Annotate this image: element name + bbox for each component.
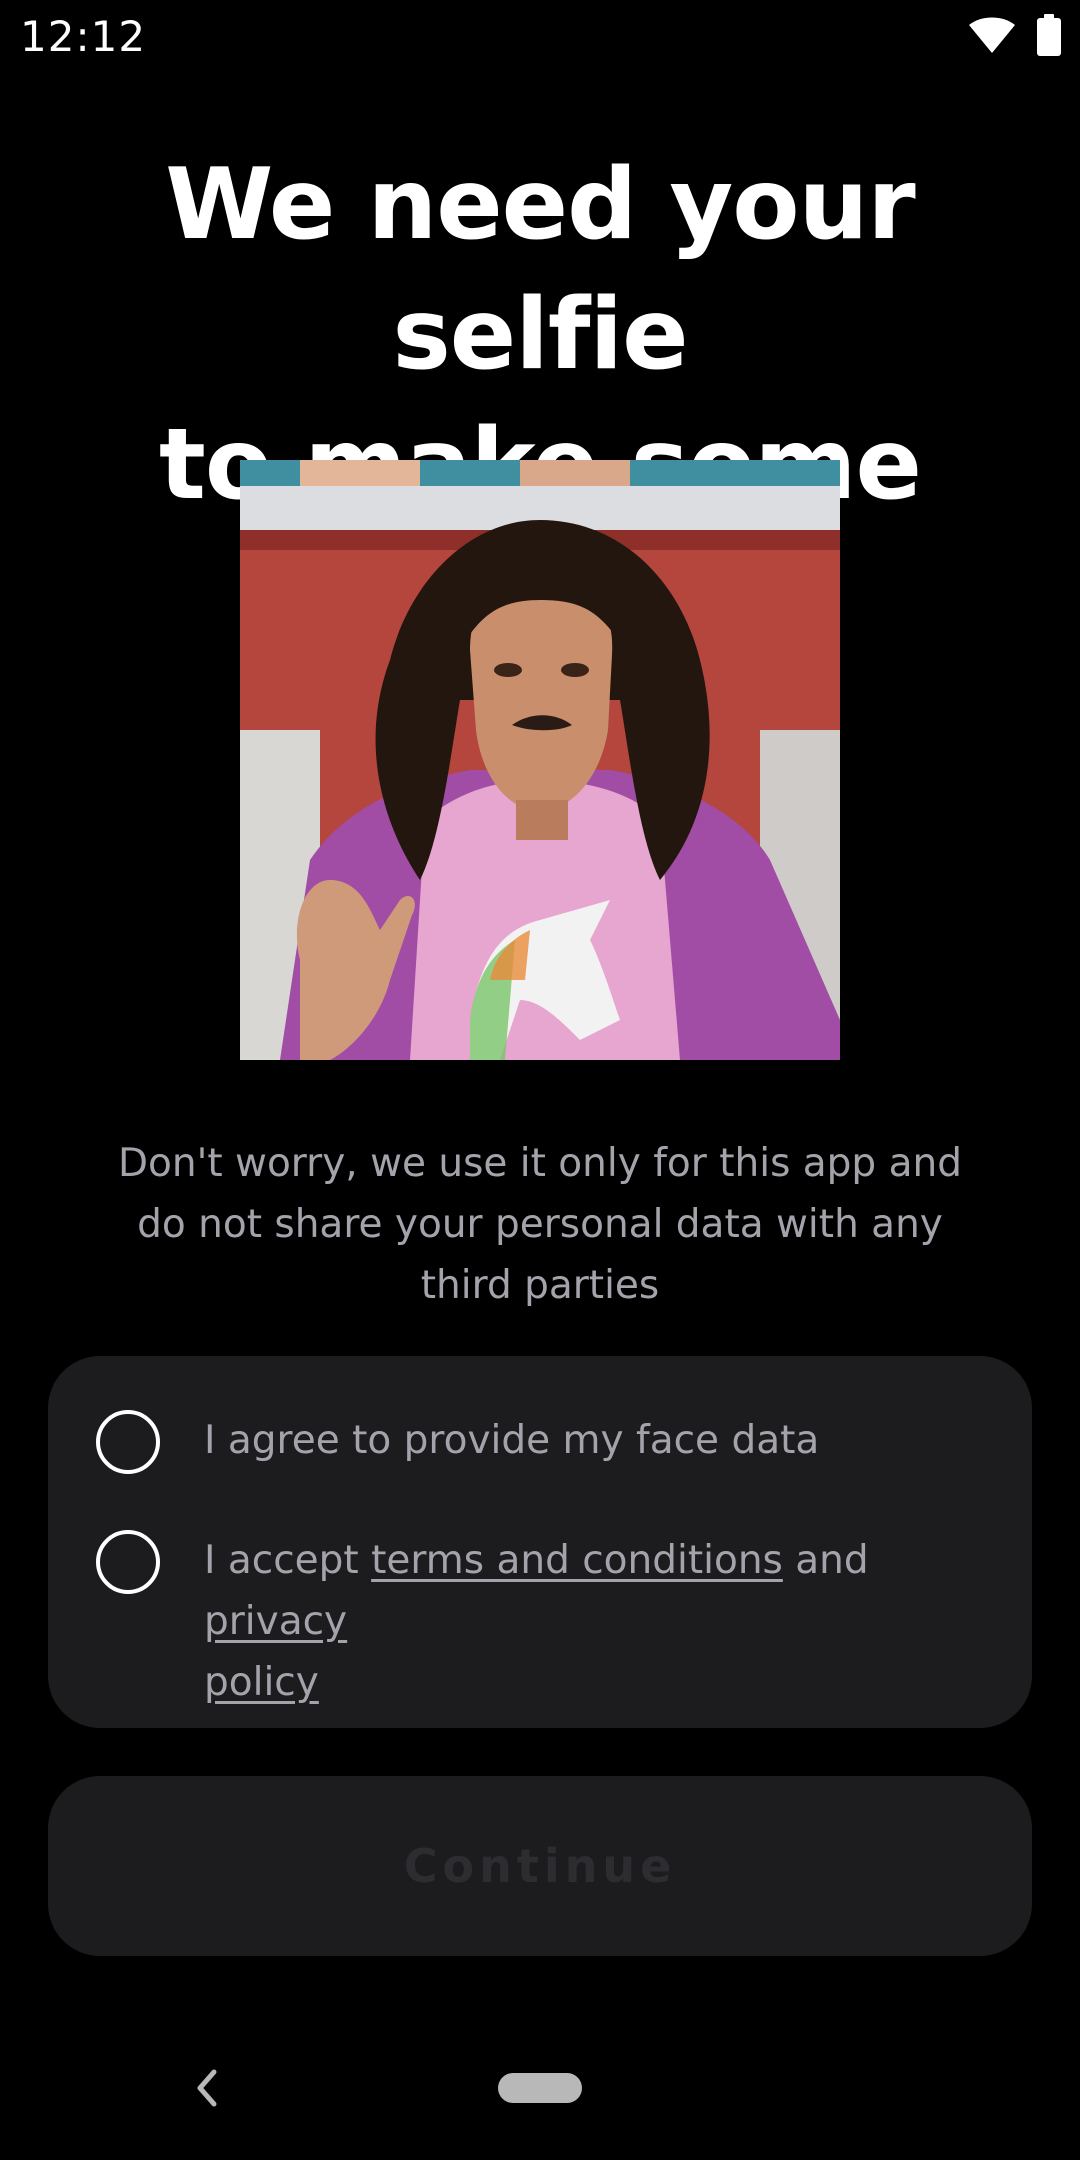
selfie-consent-screen: 12:12 We need your selfie to make some — [0, 0, 1080, 2160]
privacy-note: Don't worry, we use it only for this app… — [100, 1133, 980, 1316]
face-data-radio[interactable] — [96, 1410, 160, 1474]
privacy-link-part-2[interactable]: policy — [204, 1660, 319, 1705]
consent-card: I agree to provide my face data I accept… — [48, 1356, 1032, 1728]
privacy-note-line-3: third parties — [420, 1263, 660, 1308]
privacy-note-line-2: do not share your personal data with any — [137, 1202, 943, 1247]
wifi-icon — [969, 17, 1015, 53]
page-title-line-1: We need your selfie — [165, 148, 915, 392]
face-data-label[interactable]: I agree to provide my face data — [204, 1410, 1024, 1471]
back-chevron-icon[interactable] — [190, 2066, 224, 2110]
status-bar: 12:12 — [0, 0, 1080, 72]
terms-link[interactable]: terms and conditions — [371, 1538, 783, 1583]
terms-label: I accept terms and conditions and privac… — [204, 1530, 1024, 1713]
terms-radio[interactable] — [96, 1530, 160, 1594]
home-pill-icon[interactable] — [498, 2073, 582, 2103]
terms-middle: and — [782, 1538, 869, 1583]
status-time: 12:12 — [20, 12, 147, 61]
battery-icon — [1037, 14, 1061, 56]
terms-prefix: I accept — [204, 1538, 372, 1583]
privacy-link-part-1[interactable]: privacy — [204, 1599, 347, 1644]
selfie-example-photo — [240, 460, 840, 1060]
privacy-note-line-1: Don't worry, we use it only for this app… — [118, 1141, 962, 1186]
continue-button[interactable]: Continue — [48, 1776, 1032, 1956]
